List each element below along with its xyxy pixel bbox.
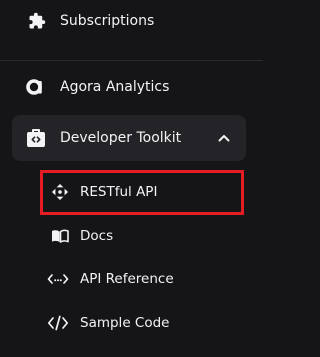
book-icon <box>49 225 71 247</box>
sidebar-item-label: Developer Toolkit <box>60 130 182 146</box>
sidebar-subitem-label: API Reference <box>80 271 174 287</box>
sidebar-subitem-docs[interactable]: Docs <box>40 222 244 250</box>
sidebar-subitem-api-reference[interactable]: API Reference <box>40 265 244 293</box>
highlight-box <box>40 170 244 215</box>
sidebar-group-developer-toolkit[interactable]: Developer Toolkit <box>12 115 246 161</box>
sidebar-item-agora-analytics[interactable]: Agora Analytics <box>0 73 263 101</box>
toolkit-bag-icon <box>25 127 47 149</box>
chevron-up-icon[interactable] <box>213 127 235 149</box>
code-brackets-icon <box>47 312 69 334</box>
sidebar-subitem-label: Sample Code <box>80 315 170 331</box>
code-dots-icon <box>47 268 69 290</box>
sidebar-item-subscriptions[interactable]: Subscriptions <box>0 7 263 35</box>
sidebar-item-label: Agora Analytics <box>60 79 170 95</box>
sidebar-subitem-label: Docs <box>80 228 114 244</box>
sidebar-subitem-sample-code[interactable]: Sample Code <box>40 309 244 337</box>
divider <box>0 60 263 61</box>
sidebar-item-label: Subscriptions <box>60 13 155 29</box>
agora-logo-icon <box>24 76 46 98</box>
puzzle-icon <box>26 10 48 32</box>
sidebar-nav: Subscriptions Agora Analytics Developer … <box>0 0 263 357</box>
